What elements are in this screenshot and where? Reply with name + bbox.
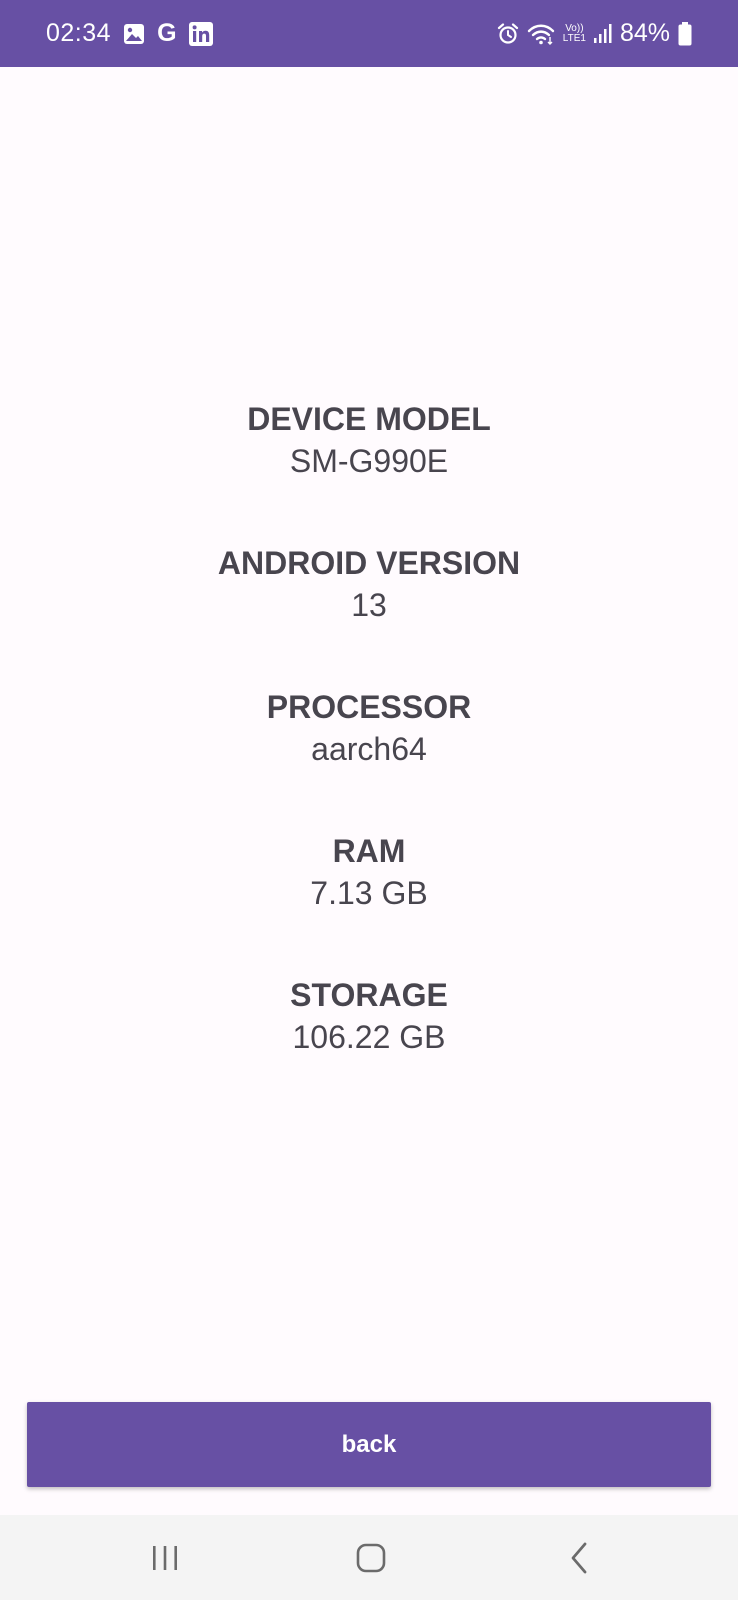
status-bar-left: 02:34 G bbox=[46, 0, 213, 67]
device-model-label: DEVICE MODEL bbox=[247, 401, 491, 437]
volte-icon: Vo)) LTE1 bbox=[562, 22, 586, 44]
wifi-icon bbox=[527, 23, 555, 45]
navigation-bar bbox=[0, 1515, 738, 1600]
storage-item: STORAGE 106.22 GB bbox=[0, 974, 738, 1118]
gallery-icon bbox=[123, 23, 145, 45]
device-model-value: SM-G990E bbox=[289, 443, 449, 479]
android-version-item: ANDROID VERSION 13 bbox=[0, 542, 738, 686]
volte-top-label: Vo)) bbox=[565, 22, 584, 34]
google-icon: G bbox=[157, 19, 177, 47]
status-bar: 02:34 G Vo)) LTE1 84% bbox=[0, 0, 738, 67]
storage-label: STORAGE bbox=[290, 977, 448, 1013]
recents-icon bbox=[150, 1544, 180, 1572]
nav-recents-button[interactable] bbox=[115, 1515, 215, 1600]
volte-bottom-label: LTE1 bbox=[562, 32, 586, 44]
storage-value: 106.22 GB bbox=[292, 1019, 446, 1055]
android-version-value: 13 bbox=[351, 587, 387, 623]
processor-item: PROCESSOR aarch64 bbox=[0, 686, 738, 830]
device-info-list: DEVICE MODEL SM-G990E ANDROID VERSION 13… bbox=[0, 398, 738, 1118]
linkedin-icon bbox=[188, 21, 213, 46]
ram-item: RAM 7.13 GB bbox=[0, 830, 738, 974]
back-button[interactable]: back bbox=[27, 1402, 711, 1487]
android-version-label: ANDROID VERSION bbox=[217, 545, 521, 581]
status-time: 02:34 bbox=[46, 19, 112, 47]
signal-icon bbox=[593, 23, 612, 44]
status-bar-right: Vo)) LTE1 84% bbox=[497, 0, 692, 67]
device-model-item: DEVICE MODEL SM-G990E bbox=[0, 398, 738, 542]
battery-icon bbox=[678, 21, 692, 46]
nav-home-button[interactable] bbox=[321, 1515, 421, 1600]
alarm-icon bbox=[497, 22, 519, 45]
ram-label: RAM bbox=[332, 833, 406, 869]
processor-value: aarch64 bbox=[311, 731, 427, 767]
home-icon bbox=[356, 1543, 386, 1573]
back-icon bbox=[568, 1542, 590, 1574]
nav-back-button[interactable] bbox=[529, 1515, 629, 1600]
battery-percentage: 84% bbox=[619, 19, 670, 47]
processor-label: PROCESSOR bbox=[266, 689, 472, 725]
ram-value: 7.13 GB bbox=[310, 875, 428, 911]
